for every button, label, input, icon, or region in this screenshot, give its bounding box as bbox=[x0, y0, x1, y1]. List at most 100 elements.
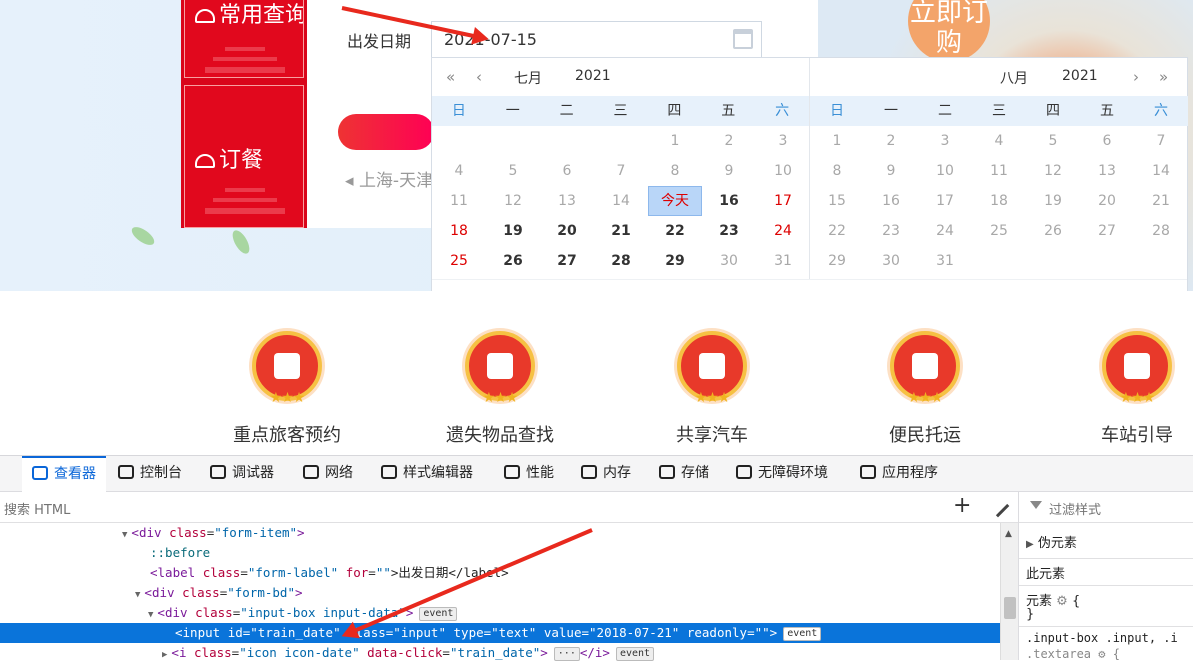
side-tile-query[interactable]: 常用查询 bbox=[184, 0, 304, 78]
markup-scrollbar[interactable]: ▲ bbox=[1000, 523, 1018, 660]
day-cell: 4 bbox=[994, 133, 1004, 149]
tab-debugger[interactable]: 调试器 bbox=[210, 456, 274, 492]
tab-console[interactable]: 控制台 bbox=[118, 456, 182, 492]
day-cell[interactable]: 17 bbox=[756, 186, 810, 216]
day-cell[interactable]: 20 bbox=[540, 216, 594, 246]
pseudo-elements-toggle[interactable]: ▶ 伪元素 bbox=[1026, 532, 1077, 551]
this-element-heading: 此元素 bbox=[1026, 567, 1066, 582]
tab-inspector[interactable]: 查看器 bbox=[22, 456, 106, 492]
tab-application[interactable]: 应用程序 bbox=[860, 456, 938, 492]
tree-node[interactable]: ::before bbox=[0, 543, 1000, 563]
day-cell[interactable]: 22 bbox=[648, 216, 702, 246]
tree-node[interactable]: ▼ <div class="form-bd"> bbox=[0, 583, 1000, 603]
style-filter[interactable]: 过滤样式 bbox=[1019, 492, 1193, 523]
year-label[interactable]: 2021 bbox=[1062, 68, 1098, 84]
month-label[interactable]: 七月 bbox=[514, 68, 542, 88]
prev-year-icon[interactable]: « bbox=[446, 68, 455, 86]
devtools-tabs: 查看器 控制台 调试器 网络 样式编辑器 性能 内存 存储 无障碍环境 应用程序 bbox=[0, 456, 1193, 492]
scroll-thumb[interactable] bbox=[1004, 597, 1016, 619]
service-station-guide[interactable]: ★★★ 车站引导 bbox=[1057, 291, 1193, 455]
promo-pill[interactable] bbox=[338, 114, 434, 150]
stars-icon: ★★★ bbox=[907, 390, 944, 406]
route-history[interactable]: ◂ 上海-天津 bbox=[345, 166, 433, 191]
tab-style-editor[interactable]: 样式编辑器 bbox=[381, 456, 473, 492]
day-cell[interactable]: 23 bbox=[702, 216, 756, 246]
scroll-up-icon[interactable]: ▲ bbox=[1005, 529, 1012, 539]
day-cell: 10 bbox=[936, 163, 954, 179]
food-cover-icon bbox=[195, 154, 215, 168]
stars-icon: ★★★ bbox=[482, 390, 519, 406]
day-cell[interactable]: 21 bbox=[594, 216, 648, 246]
order-now-button[interactable]: 立即订购 bbox=[908, 0, 990, 62]
departure-date-label: 出发日期 bbox=[347, 32, 412, 51]
pick-element-icon[interactable] bbox=[0, 467, 8, 481]
weekday-label: 一 bbox=[505, 103, 520, 119]
day-cell[interactable]: 16 bbox=[702, 186, 756, 216]
day-cell: 7 bbox=[616, 163, 626, 179]
month-july: « ‹ 七月 2021 日一二三四五六 1 2 3 4 5 6 7 8 9 10 11 12 13 14 今… bbox=[432, 58, 810, 279]
tab-storage[interactable]: 存储 bbox=[659, 456, 709, 492]
divider bbox=[1019, 585, 1193, 586]
day-cell[interactable]: 25 bbox=[432, 246, 486, 276]
day-cell: 14 bbox=[612, 193, 630, 209]
stars-icon: ★★★ bbox=[1119, 390, 1156, 406]
next-year-icon[interactable]: » bbox=[1159, 68, 1168, 86]
day-cell[interactable]: 27 bbox=[540, 246, 594, 276]
tab-network[interactable]: 网络 bbox=[303, 456, 353, 492]
service-lost-items[interactable]: ★★★ 遗失物品查找 bbox=[420, 291, 580, 455]
eyedropper-icon[interactable] bbox=[986, 494, 1010, 518]
service-luggage[interactable]: ★★★ 便民托运 bbox=[845, 291, 1005, 455]
calendar-header: « ‹ 七月 2021 bbox=[432, 58, 809, 96]
day-cell: 26 bbox=[1044, 223, 1062, 239]
side-menu: 常用查询 订餐 bbox=[181, 0, 307, 228]
event-badge[interactable]: event bbox=[419, 607, 458, 621]
month-august: 八月 2021 › » 日一二三四五六 1 2 3 4 5 6 7 8 9 10 11 12 13 14 1… bbox=[810, 58, 1188, 279]
service-name: 重点旅客预约 bbox=[233, 425, 341, 446]
tree-node-selected[interactable]: <input id="train_date" class="input" typ… bbox=[0, 623, 1000, 643]
pagoda-decoration bbox=[205, 188, 285, 216]
html-search-input[interactable]: 搜索 HTML bbox=[4, 499, 70, 518]
tab-memory[interactable]: 内存 bbox=[581, 456, 631, 492]
pagoda-decoration bbox=[205, 47, 285, 75]
day-cell[interactable]: 19 bbox=[486, 216, 540, 246]
day-cell: 6 bbox=[1102, 133, 1112, 149]
service-passenger[interactable]: ★★★ 重点旅客预约 bbox=[207, 291, 367, 455]
day-cell: 24 bbox=[936, 223, 954, 239]
day-cell: 10 bbox=[774, 163, 792, 179]
service-name: 车站引导 bbox=[1101, 425, 1173, 446]
tab-performance[interactable]: 性能 bbox=[504, 456, 554, 492]
day-cell[interactable]: 18 bbox=[432, 216, 486, 246]
day-cell: 3 bbox=[778, 133, 788, 149]
day-cell: 11 bbox=[450, 193, 468, 209]
day-cell: 16 bbox=[882, 193, 900, 209]
weekday-label: 四 bbox=[1046, 103, 1060, 119]
event-badge[interactable]: event bbox=[783, 627, 822, 641]
tree-node[interactable]: ▼ <div class="form-item"> bbox=[0, 523, 1000, 543]
day-cell[interactable]: 28 bbox=[594, 246, 648, 276]
service-shared-car[interactable]: ★★★ 共享汽车 bbox=[632, 291, 792, 455]
year-label[interactable]: 2021 bbox=[575, 68, 611, 84]
tree-node[interactable]: ▼ <div class="input-box input-data"> event bbox=[0, 603, 1000, 623]
day-cell[interactable]: 26 bbox=[486, 246, 540, 276]
day-cell: 8 bbox=[832, 163, 842, 179]
tree-node[interactable]: ▶ <i class="icon icon-date" data-click="t… bbox=[0, 643, 1000, 663]
html-search-bar: 搜索 HTML + bbox=[0, 492, 1018, 523]
filter-input[interactable]: 过滤样式 bbox=[1049, 499, 1101, 518]
prev-month-icon[interactable]: ‹ bbox=[476, 68, 482, 86]
side-tile-meal[interactable]: 订餐 bbox=[184, 85, 304, 228]
day-cell[interactable]: 24 bbox=[756, 216, 810, 246]
day-cell: 17 bbox=[936, 193, 954, 209]
weekday-row: 日一二三四五六 bbox=[432, 96, 809, 126]
add-node-icon[interactable]: + bbox=[953, 495, 971, 517]
route-text: 上海-天津 bbox=[358, 171, 434, 191]
day-cell-today[interactable]: 今天 bbox=[648, 186, 702, 216]
weekday-label: 五 bbox=[721, 103, 736, 119]
day-cell: 9 bbox=[886, 163, 896, 179]
css-selector[interactable]: .input-box .input, .i bbox=[1026, 631, 1178, 645]
day-cell[interactable]: 29 bbox=[648, 246, 702, 276]
month-label[interactable]: 八月 bbox=[1000, 68, 1028, 88]
tab-accessibility[interactable]: 无障碍环境 bbox=[736, 456, 828, 492]
calendar-icon[interactable] bbox=[733, 29, 753, 49]
weekday-label: 二 bbox=[938, 103, 952, 119]
next-month-icon[interactable]: › bbox=[1133, 68, 1139, 86]
